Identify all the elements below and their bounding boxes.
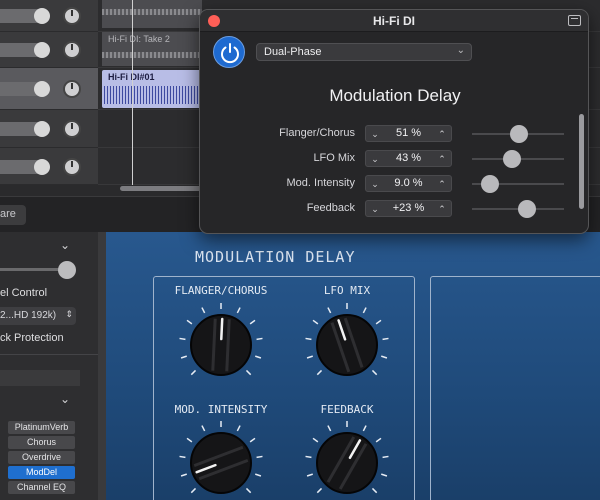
pan-knob[interactable] xyxy=(63,41,81,59)
param-stepper[interactable]: ⌄ 43 % ⌃ xyxy=(365,150,452,167)
chevron-up-icon[interactable]: ⌃ xyxy=(435,126,449,142)
knob-label: FEEDBACK xyxy=(320,403,374,416)
chevron-up-icon[interactable]: ⌃ xyxy=(435,176,449,192)
param-label: Flanger/Chorus xyxy=(279,127,355,139)
param-stepper[interactable]: ⌄ +23 % ⌃ xyxy=(365,200,452,217)
lfo-mix-knob[interactable] xyxy=(302,300,392,390)
power-icon xyxy=(221,43,239,64)
volume-fader[interactable] xyxy=(0,8,50,24)
power-button[interactable] xyxy=(213,36,245,68)
chevron-down-icon[interactable]: ⌄ xyxy=(60,238,70,252)
slider-thumb[interactable] xyxy=(518,200,537,218)
chevron-up-icon[interactable]: ⌃ xyxy=(435,151,449,167)
logic-window: Hi-Fi DI: Take 2 Hi-Fi DI#01 are ⌄ el Co… xyxy=(0,0,600,500)
param-row: Flanger/Chorus ⌄ 51 % ⌃ xyxy=(200,124,580,144)
region-label: Hi-Fi DI: Take 2 xyxy=(108,34,170,44)
audio-region[interactable]: Hi-Fi DI: Take 2 xyxy=(102,32,202,66)
window-title: Hi-Fi DI xyxy=(373,14,415,28)
param-slider[interactable] xyxy=(472,150,564,168)
updown-icon: ⇕ xyxy=(65,309,73,319)
slider-thumb[interactable] xyxy=(481,175,500,193)
inspector-panel: ⌄ el Control 2...HD 192k) ⇕ ck Protectio… xyxy=(0,232,98,500)
slider-knob[interactable] xyxy=(58,261,76,279)
track-header-1[interactable] xyxy=(0,0,98,32)
mod-intensity-knob[interactable] xyxy=(176,418,266,500)
param-stepper[interactable]: ⌄ 51 % ⌃ xyxy=(365,125,452,142)
plugin-window: Hi-Fi DI Dual-Phase ⌄ Modulation Delay F… xyxy=(199,9,589,234)
plugin-slot-channel-eq[interactable]: Channel EQ xyxy=(8,481,75,494)
chevron-down-icon[interactable]: ⌄ xyxy=(60,392,70,406)
knob-graphic xyxy=(305,421,389,494)
track-header-3[interactable] xyxy=(0,68,98,110)
inspector-slider[interactable] xyxy=(0,268,60,271)
param-value[interactable]: 9.0 % xyxy=(380,177,437,189)
param-value[interactable]: +23 % xyxy=(380,202,437,214)
knob-graphic xyxy=(179,303,263,376)
plugin-slot-moddel[interactable]: ModDel xyxy=(8,466,75,479)
pan-knob[interactable] xyxy=(63,120,81,138)
flanger-chorus-knob[interactable] xyxy=(176,300,266,390)
track-header-5[interactable] xyxy=(0,148,98,185)
param-label: Feedback xyxy=(306,202,355,214)
volume-fader[interactable] xyxy=(0,121,50,137)
track-headers xyxy=(0,0,98,185)
volume-fader[interactable] xyxy=(0,42,50,58)
param-slider[interactable] xyxy=(472,175,564,193)
param-slider[interactable] xyxy=(472,200,564,218)
divider xyxy=(0,354,98,355)
param-stepper[interactable]: ⌄ 9.0 % ⌃ xyxy=(365,175,452,192)
knob-label: MOD. INTENSITY xyxy=(174,403,268,416)
knob-label: FLANGER/CHORUS xyxy=(174,284,268,297)
knob-graphic xyxy=(305,303,389,376)
plugin-title: MODULATION DELAY xyxy=(195,248,356,266)
level-control-label: el Control xyxy=(0,287,48,299)
track-header-4[interactable] xyxy=(0,110,98,148)
preset-menu[interactable]: Dual-Phase ⌄ xyxy=(256,43,472,61)
vertical-scrollbar[interactable] xyxy=(579,114,584,209)
window-titlebar[interactable]: Hi-Fi DI xyxy=(200,10,588,32)
pan-knob[interactable] xyxy=(63,80,81,98)
inspector-bar xyxy=(0,370,80,386)
param-row: LFO Mix ⌄ 43 % ⌃ xyxy=(200,149,580,169)
plugin-slot-overdrive[interactable]: Overdrive xyxy=(8,451,75,464)
slider-thumb[interactable] xyxy=(502,150,521,168)
plugin-slot-platinumverb[interactable]: PlatinumVerb xyxy=(8,421,75,434)
chevron-down-icon: ⌄ xyxy=(456,45,465,56)
chevron-up-icon[interactable]: ⌃ xyxy=(435,201,449,217)
plugin-interface: MODULATION DELAY FLANGER/CHORUS LFO MIX … xyxy=(98,232,600,500)
plugin-slot-chorus[interactable]: Chorus xyxy=(8,436,75,449)
knob-label: LFO MIX xyxy=(323,284,371,297)
audio-region[interactable] xyxy=(102,0,202,28)
param-label: Mod. Intensity xyxy=(286,177,355,189)
track-header-2[interactable] xyxy=(0,32,98,68)
pan-knob[interactable] xyxy=(63,158,81,176)
param-slider[interactable] xyxy=(472,125,564,143)
param-row: Feedback ⌄ +23 % ⌃ xyxy=(200,199,580,219)
param-value[interactable]: 43 % xyxy=(380,152,437,164)
format-value: 2...HD 192k) xyxy=(0,310,57,321)
knob-graphic xyxy=(179,421,263,494)
pan-knob[interactable] xyxy=(63,7,81,25)
expand-icon[interactable] xyxy=(568,15,581,26)
preset-value: Dual-Phase xyxy=(264,46,322,58)
feedback-knob[interactable] xyxy=(302,418,392,500)
selected-audio-region[interactable]: Hi-Fi DI#01 xyxy=(102,70,212,108)
format-select[interactable]: 2...HD 192k) ⇕ xyxy=(0,307,76,325)
volume-fader[interactable] xyxy=(0,159,50,175)
slider-thumb[interactable] xyxy=(509,125,528,143)
display-section-frame xyxy=(430,276,600,500)
knob-indicator xyxy=(220,317,224,341)
param-value[interactable]: 51 % xyxy=(380,127,437,139)
share-button[interactable]: are xyxy=(0,205,26,225)
clip-protection-label: ck Protection xyxy=(0,332,64,344)
param-row: Mod. Intensity ⌄ 9.0 % ⌃ xyxy=(200,174,580,194)
volume-fader[interactable] xyxy=(0,81,50,97)
plugin-heading: Modulation Delay xyxy=(329,86,461,105)
playhead[interactable] xyxy=(132,0,133,185)
param-label: LFO Mix xyxy=(313,152,355,164)
